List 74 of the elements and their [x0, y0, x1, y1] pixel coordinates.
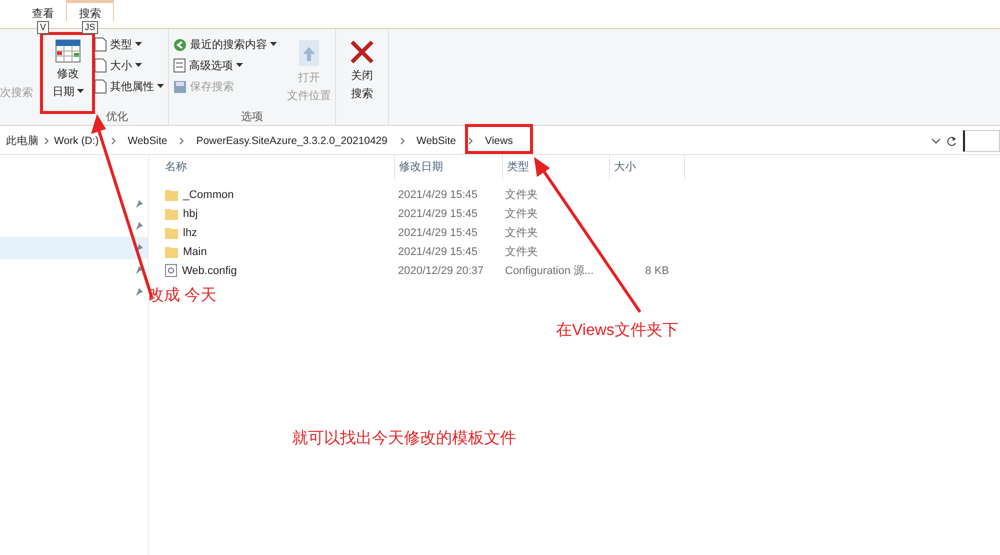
folder-icon [165, 226, 178, 239]
save-icon [173, 80, 187, 94]
breadcrumb-item[interactable]: PowerEasy.SiteAzure_3.3.2.0_20210429 [196, 135, 388, 147]
ribbon-small-button[interactable]: 其他属性 [94, 79, 164, 94]
file-name[interactable]: lhz [183, 226, 198, 238]
caret-icon [236, 63, 243, 68]
table-cell-text: Configuration 源... [504, 264, 595, 278]
table-cell-text: 2021/4/29 15:45 [397, 208, 479, 220]
table-cell-text: 2021/4/29 15:45 [397, 226, 479, 238]
search-field[interactable] [963, 130, 1000, 152]
folder-icon [165, 207, 178, 220]
breadcrumb-item[interactable]: Views [485, 135, 513, 147]
ribbon-small-button[interactable]: 大小 [94, 58, 164, 73]
pin-icon [134, 199, 144, 209]
pin-icon [134, 287, 144, 297]
pin-icon [134, 221, 144, 231]
ribbon-big-button[interactable]: 修改 日期 [46, 37, 90, 109]
ribbon-tab[interactable]: 查看 [20, 0, 66, 21]
caret-icon [157, 84, 164, 89]
file-name[interactable]: Main [183, 246, 207, 258]
table-cell-text: 8 KB [644, 264, 670, 276]
breadcrumb-item[interactable]: Work (D:) [54, 135, 99, 147]
caret-icon [270, 42, 277, 47]
document-icon [94, 37, 107, 52]
table-cell-text: 2020/12/29 20:37 [397, 264, 485, 276]
ribbon-tab[interactable]: 搜索 [66, 0, 114, 21]
breadcrumb-item[interactable]: WebSite [416, 135, 456, 147]
table-cell-text: 2021/4/29 15:45 [397, 188, 479, 200]
table-cell-text: 文件夹 [504, 188, 539, 202]
document-icon [94, 58, 107, 73]
refresh-icon[interactable] [946, 136, 957, 146]
settings-file-icon [165, 264, 177, 277]
file-name[interactable]: hbj [183, 208, 198, 220]
chevron-icon [110, 137, 116, 145]
calendar-icon [55, 39, 81, 63]
ribbon-small-button[interactable]: 高级选项 [173, 58, 277, 73]
nav-row[interactable] [0, 237, 148, 259]
group-label: 优化 [105, 110, 129, 125]
column-header[interactable]: 名称 [165, 155, 395, 179]
dropdown-icon[interactable] [931, 138, 941, 144]
breadcrumb-item[interactable]: WebSite [128, 135, 168, 147]
chevron-icon [44, 137, 49, 145]
key-tip: JS [82, 21, 98, 34]
pin-icon [134, 265, 144, 275]
table-cell-text: 文件夹 [504, 244, 539, 259]
address-bar[interactable]: 此电脑 Work (D:) WebSite PowerEasy.SiteAzure_3.3.2.0_20210429 WebSite Views [0, 130, 963, 152]
close-icon [349, 39, 375, 65]
ribbon-small-button[interactable]: 类型 [94, 37, 164, 52]
caret-icon [76, 89, 84, 94]
caret-icon [135, 63, 142, 68]
table-cell-text: 文件夹 [504, 206, 539, 221]
key-tip: V [36, 21, 49, 34]
chevron-icon [468, 137, 473, 145]
ribbon-small-button[interactable]: 最近的搜索内容 [173, 37, 277, 52]
ribbon-big-button[interactable]: 关闭 搜索 [340, 37, 384, 109]
folder-icon [165, 245, 178, 258]
highlight-box [465, 124, 533, 154]
breadcrumb-item[interactable]: 此电脑 [6, 134, 39, 148]
annotation-text: 在Views文件夹下 [556, 320, 678, 341]
folder-icon [165, 188, 178, 201]
annotation-text: 就可以找出今天修改的模板文件 [292, 428, 516, 449]
column-header[interactable]: 修改日期 [395, 155, 503, 179]
document-icon [94, 79, 107, 94]
file-name[interactable]: _Common [183, 188, 234, 200]
caret-icon [135, 42, 142, 47]
table-cell-text: 2021/4/29 15:45 [397, 246, 479, 258]
group-label: 选项 [240, 110, 264, 125]
chevron-icon [400, 137, 404, 145]
table-cell-text: 文件夹 [504, 226, 539, 240]
list-icon [173, 58, 186, 73]
column-header[interactable]: 大小 [610, 155, 685, 179]
file-name[interactable]: Web.config [182, 264, 237, 276]
back-circle-icon [173, 38, 187, 52]
chevron-icon [179, 137, 184, 145]
